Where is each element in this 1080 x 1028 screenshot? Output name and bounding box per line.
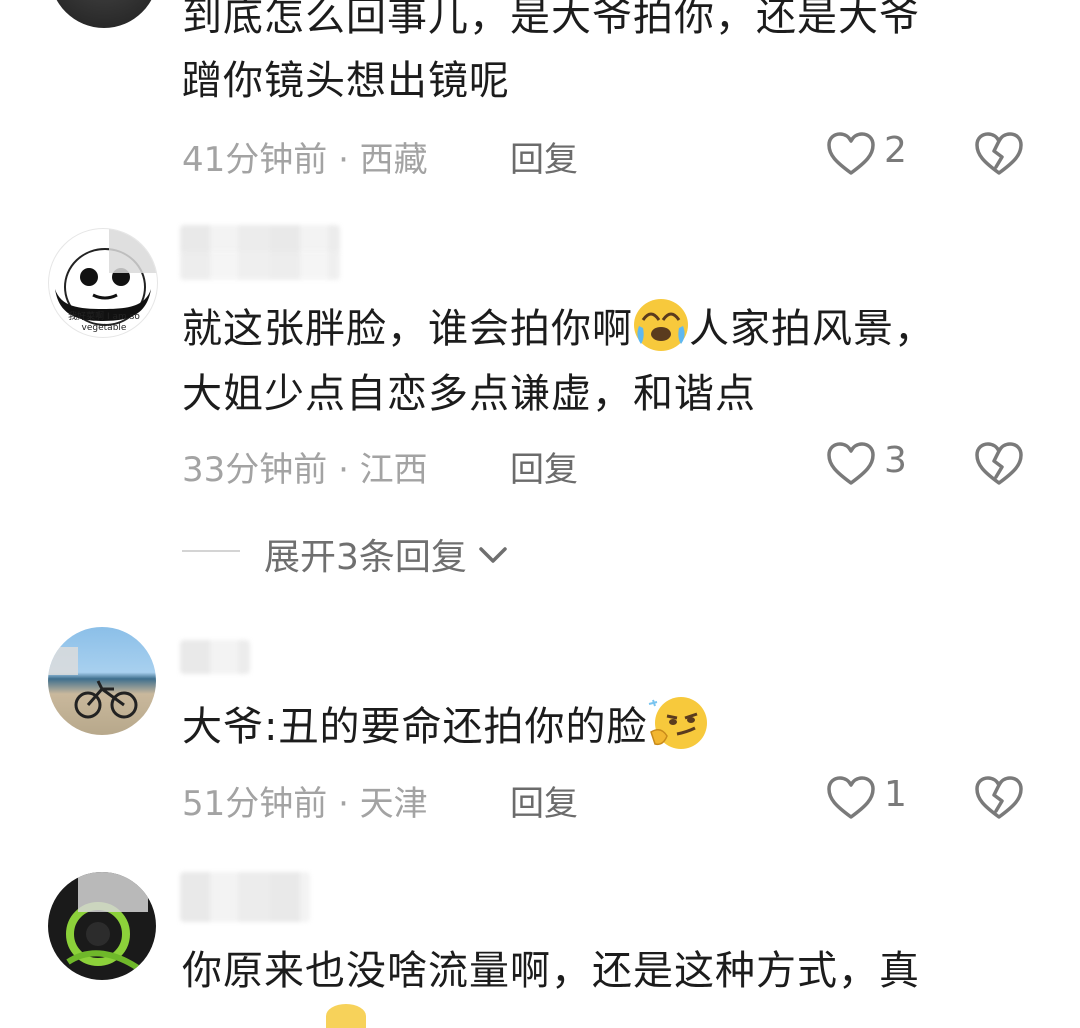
comment-text-part: 大爷:丑的要命还拍你的脸 xyxy=(182,704,648,750)
comment-text: 你原来也没啥流量啊，还是这种方式，真 xyxy=(182,948,920,994)
avatar[interactable] xyxy=(48,627,156,735)
bicycle-icon xyxy=(48,647,138,719)
heart-outline-icon[interactable] xyxy=(826,131,876,177)
like-count: 3 xyxy=(884,440,907,481)
broken-heart-icon[interactable] xyxy=(974,775,1024,821)
comment-text-part: 就这张胖脸，谁会拍你啊 xyxy=(182,306,633,352)
username-blurred[interactable] xyxy=(180,250,340,280)
username-blurred[interactable] xyxy=(180,872,310,922)
heart-outline-icon[interactable] xyxy=(826,441,876,487)
reply-button[interactable]: 回复 xyxy=(510,776,578,825)
emoji-partial xyxy=(326,1004,366,1028)
comment-meta: 41分钟前 · 西藏 xyxy=(182,140,428,180)
comment-meta: 51分钟前 · 天津 xyxy=(182,784,428,824)
expand-replies-label: 展开3条回复 xyxy=(264,537,467,578)
broken-heart-icon[interactable] xyxy=(974,441,1024,487)
avatar[interactable] xyxy=(48,872,156,980)
smirk-emoji-icon xyxy=(649,697,708,749)
comment-text: 大爷:丑的要命还拍你的脸 xyxy=(182,694,708,760)
broken-heart-icon[interactable] xyxy=(974,131,1024,177)
chevron-down-icon xyxy=(479,547,508,563)
expand-replies-button[interactable]: 展开3条回复 xyxy=(264,528,508,580)
reply-button[interactable]: 回复 xyxy=(510,132,578,181)
comment-text: 蹭你镜头想出镜呢 xyxy=(182,58,510,104)
comment-meta: 33分钟前 · 江西 xyxy=(182,450,428,490)
comment-text: 到底怎么回事儿，是大爷拍你，还是大爷 xyxy=(182,0,920,40)
like-count: 1 xyxy=(884,774,907,815)
like-count: 2 xyxy=(884,130,907,171)
avatar[interactable] xyxy=(50,0,158,28)
comment-text: 就这张胖脸，谁会拍你啊 人家拍风景， xyxy=(182,296,935,362)
expand-divider xyxy=(182,550,240,552)
crying-laughing-emoji-icon xyxy=(634,299,688,351)
username-blurred[interactable] xyxy=(180,225,340,253)
avatar-image-icon xyxy=(66,872,148,971)
comment-text: 大姐少点自恋多点谦虚，和谐点 xyxy=(182,371,756,417)
avatar-caption: 我好菜啊 I am so vegetable xyxy=(68,312,140,333)
reply-button[interactable]: 回复 xyxy=(510,442,578,491)
comment-text-part: 人家拍风景， xyxy=(689,306,935,352)
heart-outline-icon[interactable] xyxy=(826,775,876,821)
username-blurred[interactable] xyxy=(180,640,250,674)
